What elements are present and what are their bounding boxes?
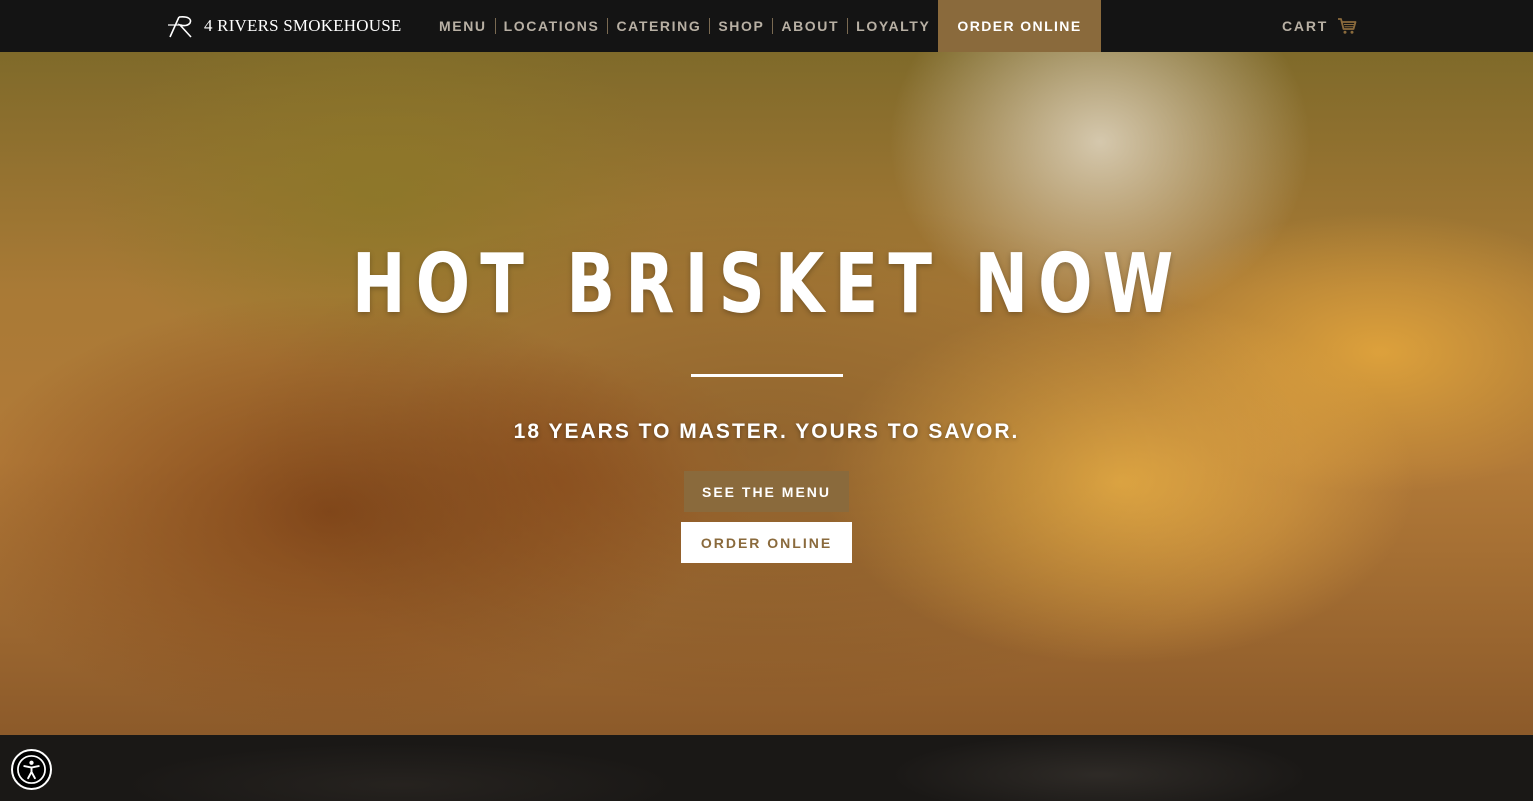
- nav-item-shop[interactable]: SHOP: [711, 0, 771, 52]
- see-the-menu-button[interactable]: SEE THE MENU: [684, 471, 849, 512]
- brand-logo[interactable]: 4 RIVERS SMOKEHOUSE: [166, 12, 401, 40]
- top-navigation-bar: 4 RIVERS SMOKEHOUSE MENU LOCATIONS CATER…: [0, 0, 1533, 52]
- hero-subtitle: 18 YEARS TO MASTER. YOURS TO SAVOR.: [513, 420, 1020, 443]
- 4r-monogram-icon: [168, 16, 192, 38]
- nav-item-loyalty[interactable]: LOYALTY: [849, 0, 937, 52]
- hero-section: HOT BRISKET NOW 18 YEARS TO MASTER. YOUR…: [0, 52, 1533, 735]
- shopping-cart-icon: [1338, 18, 1357, 34]
- nav-item-menu[interactable]: MENU: [432, 0, 494, 52]
- nav-item-catering[interactable]: CATERING: [609, 0, 708, 52]
- hero-order-online-button[interactable]: ORDER ONLINE: [681, 522, 852, 563]
- lower-section: [0, 735, 1533, 801]
- accessibility-button[interactable]: [11, 749, 52, 790]
- nav-divider: [772, 18, 774, 34]
- nav-divider: [494, 18, 496, 34]
- cart-label: CART: [1282, 18, 1329, 34]
- nav-order-online-button[interactable]: ORDER ONLINE: [938, 0, 1101, 52]
- nav-divider: [847, 18, 849, 34]
- hero-background-video: [0, 52, 1533, 735]
- nav-divider: [709, 18, 711, 34]
- nav-divider: [607, 18, 609, 34]
- main-nav: MENU LOCATIONS CATERING SHOP ABOUT LOYAL…: [432, 0, 937, 52]
- accessibility-icon: [17, 755, 46, 784]
- brand-name: 4 RIVERS SMOKEHOUSE: [204, 16, 402, 35]
- hero-divider: [691, 374, 843, 377]
- nav-item-locations[interactable]: LOCATIONS: [497, 0, 607, 52]
- nav-item-about[interactable]: ABOUT: [774, 0, 846, 52]
- cart-link[interactable]: CART: [1282, 0, 1357, 52]
- hero-title: HOT BRISKET NOW: [352, 237, 1184, 332]
